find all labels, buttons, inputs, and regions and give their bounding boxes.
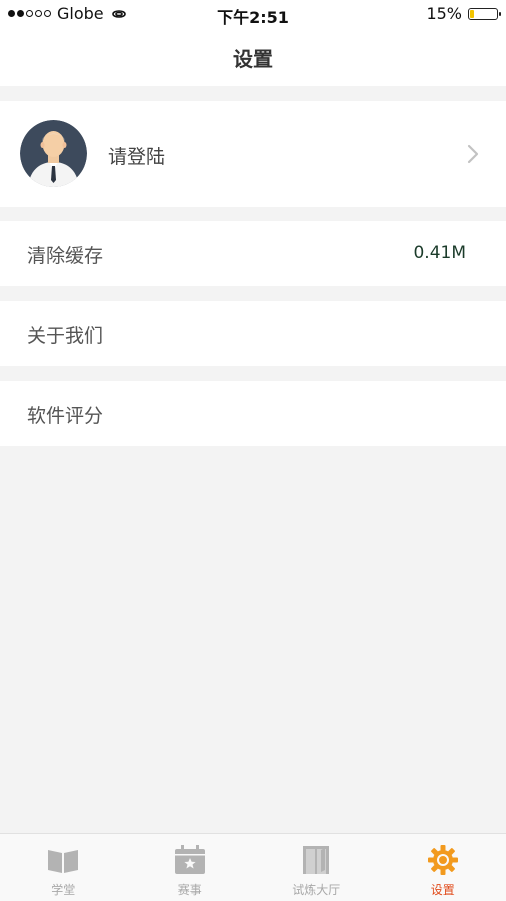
- user-avatar-icon: [20, 120, 87, 187]
- page-title: 设置: [233, 43, 273, 72]
- battery-icon: [468, 8, 498, 20]
- status-bar: Globe 下午2:51 15%: [0, 0, 506, 28]
- clear-cache-row[interactable]: 清除缓存 0.41M: [0, 221, 506, 286]
- battery-percent: 15%: [426, 4, 462, 23]
- avatar: [20, 120, 87, 187]
- tab-events[interactable]: 赛事: [127, 834, 254, 901]
- chevron-right-icon: [466, 143, 480, 165]
- book-icon: [46, 844, 80, 876]
- door-icon: [299, 844, 333, 876]
- tab-trial-hall[interactable]: 试炼大厅: [253, 834, 380, 901]
- tab-bar: 学堂 赛事 试炼大厅: [0, 833, 506, 901]
- tab-settings-label: 设置: [431, 881, 455, 898]
- login-label: 请登陆: [108, 142, 165, 169]
- navigation-bar: 设置: [0, 28, 506, 86]
- login-row[interactable]: 请登陆: [0, 101, 506, 207]
- rate-app-label: 软件评分: [27, 401, 103, 428]
- battery-fill: [470, 10, 474, 18]
- tab-trial-hall-label: 试炼大厅: [292, 881, 340, 898]
- cache-size-value: 0.41M: [413, 243, 466, 263]
- tab-study-label: 学堂: [51, 881, 75, 898]
- tab-study[interactable]: 学堂: [0, 834, 127, 901]
- calendar-icon: [173, 844, 207, 876]
- about-us-label: 关于我们: [27, 321, 103, 348]
- gear-icon: [426, 844, 460, 876]
- tab-settings[interactable]: 设置: [380, 834, 506, 901]
- status-right: 15%: [426, 4, 498, 23]
- tab-events-label: 赛事: [178, 881, 202, 898]
- about-us-row[interactable]: 关于我们: [0, 301, 506, 366]
- clear-cache-label: 清除缓存: [27, 241, 103, 268]
- rate-app-row[interactable]: 软件评分: [0, 381, 506, 446]
